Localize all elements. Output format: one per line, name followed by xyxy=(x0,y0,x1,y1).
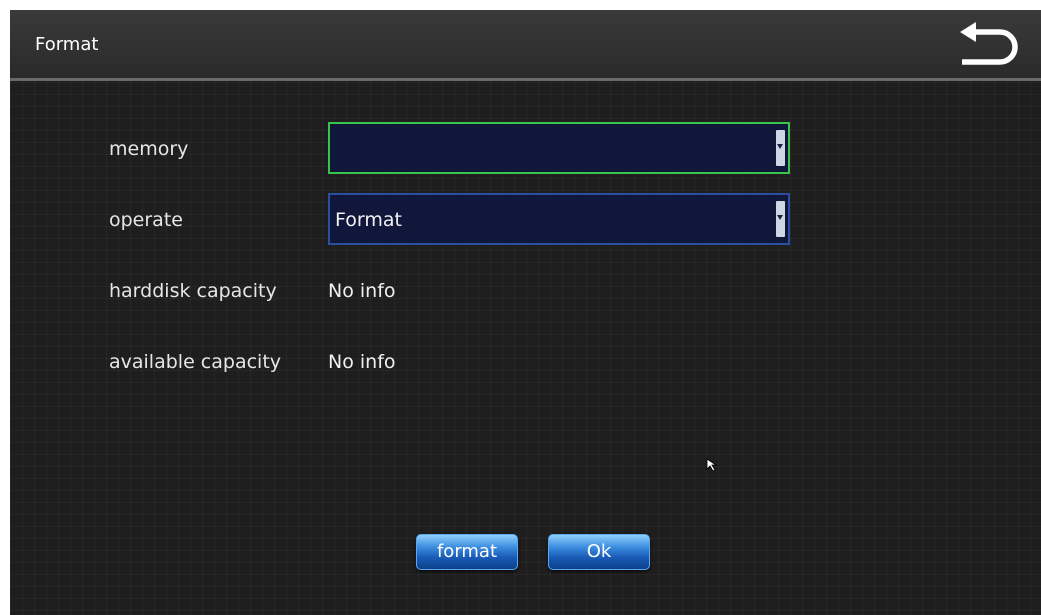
memory-select[interactable] xyxy=(328,122,790,174)
back-arrow-icon xyxy=(960,22,1018,65)
chevron-down-icon[interactable] xyxy=(776,201,785,237)
chevron-down-icon[interactable] xyxy=(776,130,785,166)
back-button[interactable] xyxy=(954,22,1024,70)
harddisk-capacity-value: No info xyxy=(328,280,396,302)
operate-label: operate xyxy=(109,209,183,231)
operate-select-value: Format xyxy=(335,209,402,231)
page-title: Format xyxy=(35,34,99,55)
ok-button[interactable]: Ok xyxy=(548,534,650,570)
available-capacity-value: No info xyxy=(328,351,396,373)
memory-label: memory xyxy=(109,138,189,160)
harddisk-capacity-label: harddisk capacity xyxy=(109,280,277,302)
format-screen: Format memory operate Format harddisk ca… xyxy=(10,10,1041,615)
operate-select[interactable]: Format xyxy=(328,193,790,245)
mouse-cursor-icon xyxy=(706,458,718,472)
title-bar: Format xyxy=(10,10,1041,81)
available-capacity-label: available capacity xyxy=(109,351,282,373)
format-button[interactable]: format xyxy=(416,534,518,570)
